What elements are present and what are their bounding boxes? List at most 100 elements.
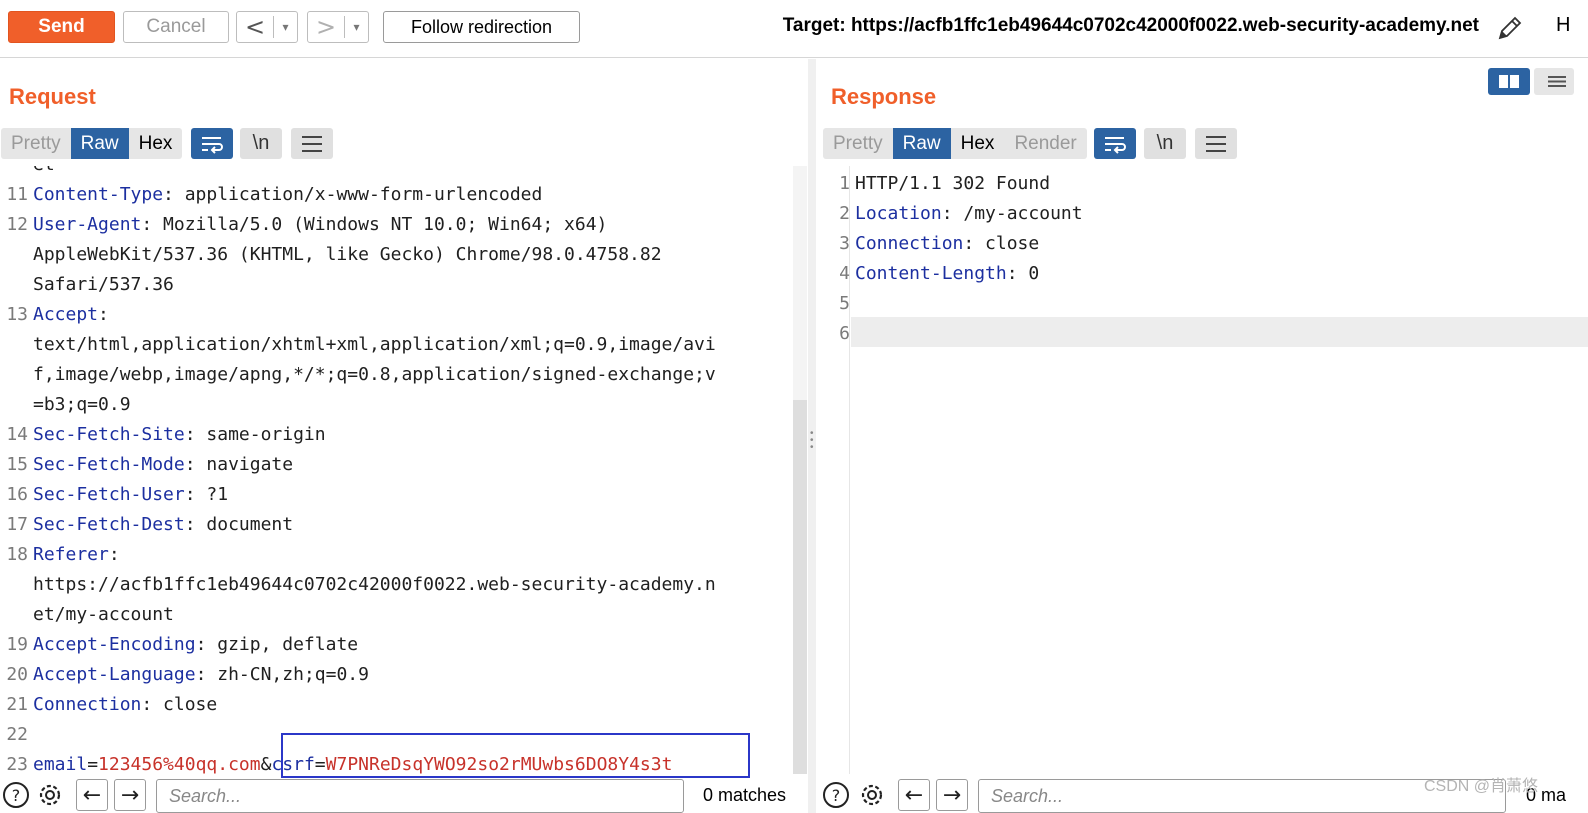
code-line: 2 Location: /my-account xyxy=(822,199,1588,229)
response-view-tabs: Pretty Raw Hex Render xyxy=(823,128,1087,159)
code-line: 20 Accept-Language: zh-CN,zh;q=0.9 xyxy=(0,660,792,690)
header-name: Referer xyxy=(33,544,109,565)
tab-hex[interactable]: Hex xyxy=(951,128,1005,159)
svg-text:?: ? xyxy=(12,786,21,805)
line-number: 2 xyxy=(839,203,850,224)
code-line: =b3;q=0.9 xyxy=(0,390,792,420)
code-line: 4 Content-Length: 0 xyxy=(822,259,1588,289)
code-line: 14 Sec-Fetch-Site: same-origin xyxy=(0,420,792,450)
tab-raw[interactable]: Raw xyxy=(892,128,951,159)
side-by-side-layout-button[interactable] xyxy=(1488,68,1530,95)
header-value: =b3;q=0.9 xyxy=(33,394,131,415)
header-name: Location xyxy=(855,203,942,224)
help-menu-truncated[interactable]: H xyxy=(1556,14,1570,37)
line-content: text/html,application/xhtml+xml,applicat… xyxy=(33,330,716,360)
param-separator: & xyxy=(260,754,272,774)
svg-text:?: ? xyxy=(832,786,841,805)
chevron-left-icon[interactable]: < xyxy=(237,13,273,41)
header-value: : gzip, deflate xyxy=(195,634,359,655)
line-number: 3 xyxy=(839,233,850,254)
newline-toggle-button[interactable]: \n xyxy=(1144,128,1186,159)
help-icon[interactable]: ? xyxy=(820,779,852,811)
code-line: 19 Accept-Encoding: gzip, deflate xyxy=(0,630,792,660)
tab-raw[interactable]: Raw xyxy=(70,128,129,159)
line-content: Referer: xyxy=(33,540,120,570)
send-button[interactable]: Send xyxy=(8,11,115,43)
line-number: 23 xyxy=(6,754,28,774)
gear-icon[interactable] xyxy=(856,779,888,811)
line-number: 13 xyxy=(6,304,28,325)
line-number: 1 xyxy=(839,173,850,194)
request-match-count: 0 matches xyxy=(703,785,787,805)
header-value: : navigate xyxy=(184,454,294,475)
line-content: HTTP/1.1 302 Found xyxy=(855,169,1050,199)
line-number: 4 xyxy=(839,263,850,284)
tab-pretty[interactable]: Pretty xyxy=(1,128,71,159)
header-value: : /my-account xyxy=(941,203,1083,224)
header-name: Sec-Fetch-Mode xyxy=(33,454,185,475)
line-content: et/my-account xyxy=(33,600,174,630)
chevron-down-icon[interactable]: ▾ xyxy=(344,16,368,38)
help-icon[interactable]: ? xyxy=(0,779,32,811)
line-content: Location: /my-account xyxy=(855,199,1083,229)
header-value: : close xyxy=(141,694,218,715)
hamburger-icon[interactable] xyxy=(1195,128,1237,159)
header-value: Safari/537.36 xyxy=(33,274,174,295)
code-line: 1 HTTP/1.1 302 Found xyxy=(822,169,1588,199)
wrap-icon[interactable] xyxy=(191,128,233,159)
target-url: Target: https://acfb1ffc1eb49644c0702c42… xyxy=(782,15,1479,36)
arrow-right-icon[interactable]: → xyxy=(936,779,968,811)
code-line: et xyxy=(0,166,792,180)
line-number: 22 xyxy=(6,724,28,745)
gear-icon[interactable] xyxy=(34,779,66,811)
code-line: 15 Sec-Fetch-Mode: navigate xyxy=(0,450,792,480)
code-line: 16 Sec-Fetch-User: ?1 xyxy=(0,480,792,510)
newline-toggle-button[interactable]: \n xyxy=(240,128,282,159)
request-scrollbar-thumb[interactable] xyxy=(793,400,807,774)
history-forward-button[interactable]: > ▾ xyxy=(307,11,369,43)
header-value: : 0 xyxy=(1006,263,1040,284)
line-number: 12 xyxy=(6,214,28,235)
line-content: et xyxy=(33,166,55,180)
response-editor[interactable]: 1 HTTP/1.1 302 Found 2 Location: /my-accoun… xyxy=(822,166,1588,774)
header-value: AppleWebKit/537.36 (KHTML, like Gecko) C… xyxy=(33,244,662,265)
tab-pretty[interactable]: Pretty xyxy=(823,128,893,159)
wrap-icon[interactable] xyxy=(1094,128,1136,159)
arrow-left-icon[interactable]: ← xyxy=(898,779,930,811)
tab-render[interactable]: Render xyxy=(1004,128,1086,159)
line-number: 5 xyxy=(839,293,850,314)
request-editor[interactable]: et 11Content-Type: application/x-www-form… xyxy=(0,166,792,774)
arrow-right-icon[interactable]: → xyxy=(114,779,146,811)
code-line: 11 Content-Type: application/x-www-form-u… xyxy=(0,180,792,210)
drag-handle-icon[interactable]: • • • xyxy=(810,429,814,453)
header-value: text/html,application/xhtml+xml,applicat… xyxy=(33,334,716,355)
request-search-input[interactable]: Search... xyxy=(156,779,684,813)
header-name: Content-Length xyxy=(855,263,1007,284)
chevron-right-icon[interactable]: > xyxy=(308,13,344,41)
arrow-left-icon[interactable]: ← xyxy=(76,779,108,811)
code-line: AppleWebKit/537.36 (KHTML, like Gecko) C… xyxy=(0,240,792,270)
code-line: 21 Connection: close xyxy=(0,690,792,720)
watermark: CSDN @肖萧悠 xyxy=(1424,778,1539,795)
code-line: 18 Referer: xyxy=(0,540,792,570)
header-name: User-Agent xyxy=(33,214,142,235)
header-value: : Mozilla/5.0 (Windows NT 10.0; Win64; x… xyxy=(141,214,608,235)
header-value: : application/x-www-form-urlencoded xyxy=(163,184,543,205)
line-number: 18 xyxy=(6,544,28,565)
line-content: Safari/537.36 xyxy=(33,270,174,300)
stacked-layout-button[interactable] xyxy=(1534,68,1574,95)
pencil-icon[interactable] xyxy=(1494,12,1526,44)
follow-redirection-button[interactable]: Follow redirection xyxy=(383,11,580,43)
line-content: Sec-Fetch-Dest: document xyxy=(33,510,293,540)
line-content: f,image/webp,image/apng,*/*;q=0.8,applic… xyxy=(33,360,716,390)
chevron-down-icon[interactable]: ▾ xyxy=(273,16,297,38)
request-title: Request xyxy=(9,84,96,109)
line-number: 11 xyxy=(6,184,28,205)
history-back-button[interactable]: < ▾ xyxy=(236,11,298,43)
tab-hex[interactable]: Hex xyxy=(129,128,183,159)
line-number: 15 xyxy=(6,454,28,475)
code-line: Safari/537.36 xyxy=(0,270,792,300)
cancel-button[interactable]: Cancel xyxy=(123,11,229,43)
code-line: et/my-account xyxy=(0,600,792,630)
hamburger-icon[interactable] xyxy=(291,128,333,159)
